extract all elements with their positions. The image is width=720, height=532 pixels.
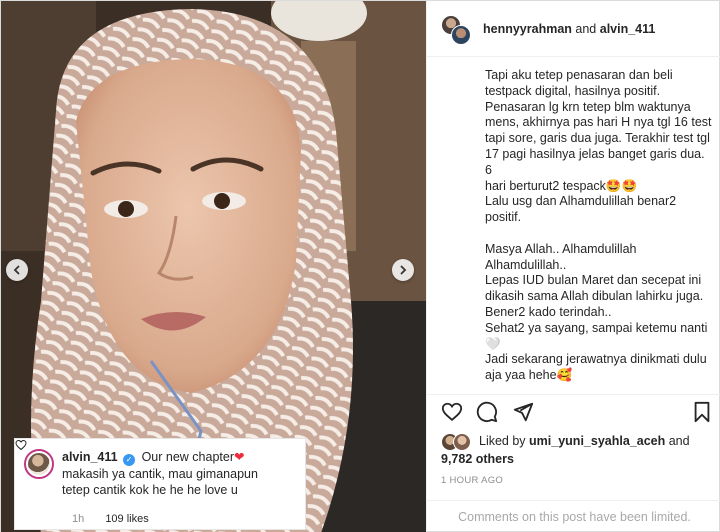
caption-line: Jadi sekarang jerawatnya dinikmati dulu [485, 352, 707, 367]
collaborators-label: hennyyrahman and alvin_411 [483, 22, 655, 36]
caption-line: Alhamdulillah.. [485, 257, 567, 272]
caption-line [485, 226, 715, 242]
coauthor-username[interactable]: alvin_411 [600, 22, 656, 36]
joiner-text: and [575, 21, 597, 36]
caption-line: 17 pagi hasilnya jelas banget garis dua.… [485, 146, 705, 177]
caption-line: Sehat2 ya sayang, sampai ketemu nanti [485, 320, 708, 335]
caption-line: mens, akhirnya pas hari H nya tgl 16 tes… [485, 115, 712, 130]
collaborator-avatars[interactable] [441, 13, 473, 45]
comment-heart-icon[interactable] [15, 439, 27, 451]
comment-text-line1: Our new chapter [141, 450, 234, 464]
likes-count[interactable]: 9,782 others [441, 452, 514, 466]
caption-line: Penasaran lg krn tetep blm waktunya [485, 99, 691, 114]
chevron-right-icon [400, 265, 407, 275]
previous-image-button[interactable] [6, 259, 28, 281]
caption-line: Masya Allah.. Alhamdulillah [485, 241, 637, 256]
verified-badge-icon: ✓ [123, 454, 136, 466]
chevron-left-icon [13, 265, 20, 275]
caption-line: Bener2 kado terindah.. [485, 304, 612, 319]
liked-by: Liked by umi_yuni_syahla_aceh and [441, 433, 690, 451]
heart-icon[interactable] [441, 401, 463, 423]
caption-line: positif. [485, 210, 522, 225]
post-caption: Tapi aku tetep penasaran dan beli testpac… [485, 68, 715, 384]
comment-likes[interactable]: 109 likes [105, 513, 148, 525]
liked-by-user[interactable]: umi_yuni_syahla_aceh [529, 434, 665, 448]
comment-icon[interactable] [476, 401, 498, 423]
commenter-username[interactable]: alvin_411 [62, 450, 118, 464]
liked-by-prefix: Liked by [479, 434, 526, 448]
comment-text-line3: tetep cantik kok he he he love u [62, 483, 238, 497]
red-heart-emoji: ❤ [234, 450, 245, 464]
instagram-post: alvin_411 ✓ Our new chapter❤ makasih ya … [0, 0, 720, 532]
post-photo[interactable]: alvin_411 ✓ Our new chapter❤ makasih ya … [1, 1, 426, 532]
caption-line: 🤍 [485, 336, 501, 351]
action-bar [427, 394, 720, 428]
next-image-button[interactable] [392, 259, 414, 281]
share-icon[interactable] [512, 401, 534, 423]
caption-line: testpack digital, hasilnya positif. [485, 83, 661, 98]
avatar [451, 24, 471, 45]
caption-line: aja yaa hehe🥰 [485, 368, 573, 383]
caption-line: tapi sore, garis dua juga. Terakhir test… [485, 131, 710, 146]
liker-avatars [441, 433, 475, 451]
featured-comment: alvin_411 ✓ Our new chapter❤ makasih ya … [14, 438, 306, 530]
comment-time: 1h [72, 513, 85, 525]
comments-limited-notice: Comments on this post have been limited. [427, 500, 720, 532]
liked-by-suffix: and [668, 434, 690, 448]
caption-line: Lepas IUD bulan Maret dan secepat ini [485, 273, 702, 288]
comment-text-line2: makasih ya cantik, mau gimanapun [62, 467, 258, 481]
commenter-avatar[interactable] [24, 449, 54, 479]
post-timestamp[interactable]: 1 HOUR AGO [441, 475, 503, 486]
post-panel: hennyyrahman and alvin_411 Tapi aku tete… [426, 1, 720, 532]
bookmark-icon[interactable] [691, 401, 713, 423]
post-header: hennyyrahman and alvin_411 [427, 1, 720, 57]
author-username[interactable]: hennyyrahman [483, 22, 572, 36]
caption-line: Lalu usg dan Alhamdulillah benar2 [485, 194, 677, 209]
caption-line: hari berturut2 tespack🤩🤩 [485, 178, 638, 193]
caption-line: dikasih sama Allah dibulan lahirku juga. [485, 289, 704, 304]
caption-line: Tapi aku tetep penasaran dan beli [485, 68, 673, 82]
